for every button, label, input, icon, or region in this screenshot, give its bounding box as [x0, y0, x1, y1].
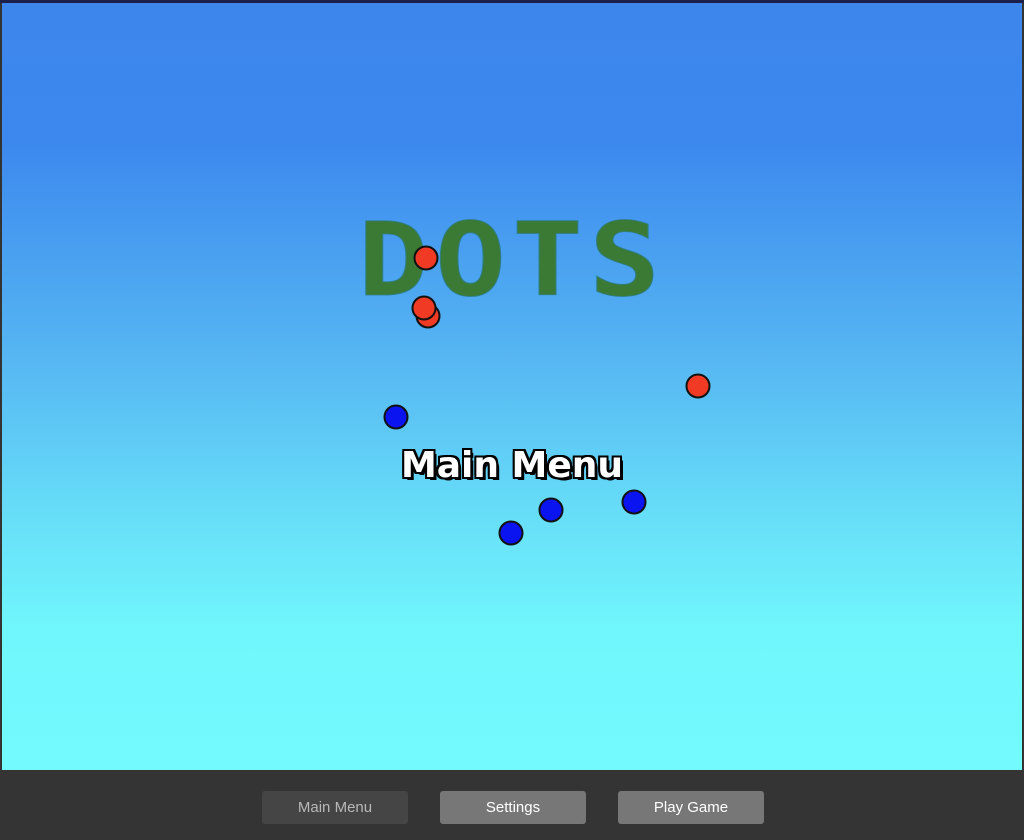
red-dot[interactable]: [411, 295, 437, 321]
blue-dot[interactable]: [538, 497, 564, 523]
blue-dot[interactable]: [383, 404, 409, 430]
main-menu-button[interactable]: Main Menu: [262, 791, 408, 824]
blue-dot[interactable]: [621, 489, 647, 515]
play-game-button[interactable]: Play Game: [618, 791, 764, 824]
red-dot[interactable]: [685, 373, 711, 399]
game-canvas[interactable]: DOTS Main Menu: [2, 3, 1022, 770]
blue-dot[interactable]: [498, 520, 524, 546]
red-dot[interactable]: [413, 245, 439, 271]
settings-button[interactable]: Settings: [440, 791, 586, 824]
dots-layer: [383, 245, 711, 546]
screen-heading: Main Menu: [400, 445, 624, 486]
bottom-menu-bar: Main Menu Settings Play Game: [0, 770, 1024, 840]
